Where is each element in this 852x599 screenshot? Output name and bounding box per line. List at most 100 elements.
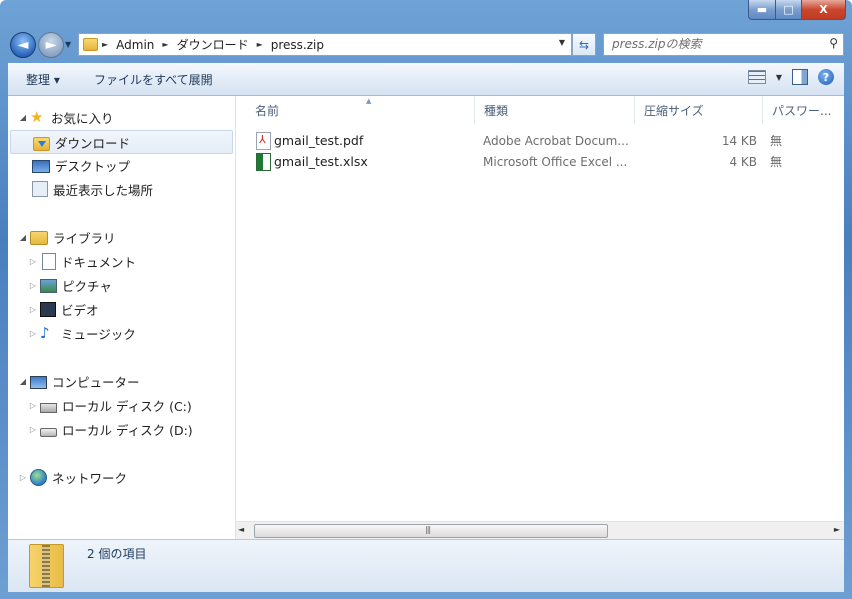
arrow-right-icon: ► (45, 37, 57, 53)
address-bar[interactable]: ► Admin ► ダウンロード ► press.zip ▼ (78, 33, 572, 56)
file-size: 4 KB (729, 154, 757, 169)
column-header-compressed-size[interactable]: 圧縮サイズ (635, 96, 763, 124)
sidebar-item-label: 最近表示した場所 (53, 182, 154, 198)
column-header-name[interactable]: 名前 ▲ (246, 96, 475, 124)
item-count: 2 個の項目 (87, 547, 147, 561)
sidebar-item-network[interactable]: ▷ ネットワーク (18, 466, 127, 488)
help-icon[interactable]: ? (818, 69, 834, 85)
file-name: gmail_test.xlsx (274, 154, 368, 169)
sidebar-item-drive-d[interactable]: ▷ ローカル ディスク (D:) (28, 418, 193, 440)
sidebar-item-libraries[interactable]: ◢ ライブラリ (18, 226, 116, 248)
file-row[interactable]: gmail_test.pdf Adobe Acrobat Docum... 14… (236, 130, 844, 151)
breadcrumb-downloads[interactable]: ダウンロード (177, 36, 249, 53)
command-bar: 整理 ▾ ファイルをすべて展開 ▼ ? (8, 63, 844, 96)
library-icon (30, 231, 48, 245)
column-label: パスワー... (772, 103, 832, 118)
sidebar-item-recent-places[interactable]: 最近表示した場所 (30, 178, 153, 200)
maximize-button[interactable]: □ (776, 0, 802, 20)
computer-icon (30, 375, 47, 389)
pdf-file-icon (256, 132, 271, 150)
sidebar-item-pictures[interactable]: ▷ ピクチャ (28, 274, 112, 296)
sidebar-item-label: ローカル ディスク (D:) (62, 422, 193, 438)
navigation-bar: ◄ ► ▼ ► Admin ► ダウンロード ► press.zip ▼ ⇆ ⚲ (0, 28, 852, 60)
breadcrumb-separator-icon: ► (256, 40, 263, 49)
breadcrumb-admin[interactable]: Admin (116, 38, 154, 52)
sidebar-item-downloads[interactable]: ダウンロード (10, 130, 233, 154)
details-pane: 2 個の項目 (8, 539, 844, 592)
sidebar-item-label: ライブラリ (53, 230, 116, 246)
sidebar-item-favorites[interactable]: ◢ ★ お気に入り (18, 106, 114, 128)
close-button[interactable]: X (802, 0, 846, 20)
search-input[interactable] (604, 34, 812, 53)
collapsed-arrow-icon[interactable]: ▷ (28, 257, 38, 266)
expanded-arrow-icon[interactable]: ◢ (18, 113, 28, 122)
back-button[interactable]: ◄ (10, 32, 36, 58)
navigation-pane: ◢ ★ お気に入り ダウンロード デスクトップ 最近表示した場所 ◢ ライブラリ (8, 96, 236, 539)
file-row[interactable]: gmail_test.xlsx Microsoft Office Excel .… (236, 151, 844, 172)
sort-ascending-icon: ▲ (366, 97, 372, 105)
file-password-flag: 無 (770, 134, 783, 148)
horizontal-scrollbar[interactable]: ◄ ||| ► (236, 521, 844, 539)
scroll-left-icon[interactable]: ◄ (238, 525, 244, 534)
sidebar-item-music[interactable]: ▷ ♪ ミュージック (28, 322, 136, 344)
collapsed-arrow-icon[interactable]: ▷ (28, 401, 38, 410)
search-icon[interactable]: ⚲ (829, 36, 838, 50)
system-drive-icon (40, 403, 57, 413)
breadcrumb-press-zip[interactable]: press.zip (271, 38, 324, 52)
column-label: 名前 (255, 103, 280, 118)
sidebar-item-label: お気に入り (51, 110, 114, 126)
sidebar-item-label: ミュージック (61, 326, 136, 342)
window-controls: ▬ □ X (748, 0, 846, 20)
view-controls: ▼ ? (747, 69, 834, 85)
collapsed-arrow-icon[interactable]: ▷ (28, 281, 38, 290)
column-label: 種類 (484, 103, 509, 118)
video-icon (40, 302, 56, 317)
document-icon (42, 252, 56, 270)
file-password-flag: 無 (770, 155, 783, 169)
scrollbar-thumb[interactable]: ||| (254, 524, 608, 538)
scroll-right-icon[interactable]: ► (834, 525, 840, 534)
minimize-button[interactable]: ▬ (748, 0, 776, 20)
refresh-button[interactable]: ⇆ (572, 33, 596, 56)
desktop-icon (32, 159, 50, 173)
organize-button[interactable]: 整理 ▾ (26, 71, 60, 88)
sidebar-item-drive-c[interactable]: ▷ ローカル ディスク (C:) (28, 394, 192, 416)
grip-icon: ||| (425, 525, 431, 534)
breadcrumb-separator-icon: ► (162, 40, 169, 49)
extract-all-button[interactable]: ファイルをすべて展開 (94, 71, 213, 88)
recent-places-icon (32, 181, 48, 197)
file-type: Adobe Acrobat Docum... (483, 133, 629, 148)
download-folder-icon (33, 136, 50, 151)
sidebar-item-documents[interactable]: ▷ ドキュメント (28, 250, 136, 272)
collapsed-arrow-icon[interactable]: ▷ (28, 329, 38, 338)
column-header-password[interactable]: パスワー... (763, 96, 844, 124)
sidebar-item-label: ビデオ (61, 302, 99, 318)
file-list: 名前 ▲ 種類 圧縮サイズ パスワー... gmail_test.pdf Ado… (236, 96, 844, 539)
expanded-arrow-icon[interactable]: ◢ (18, 377, 28, 386)
content-area: ◢ ★ お気に入り ダウンロード デスクトップ 最近表示した場所 ◢ ライブラリ (8, 96, 844, 539)
view-options-icon[interactable] (747, 70, 766, 84)
sidebar-item-computer[interactable]: ◢ コンピューター (18, 370, 140, 392)
music-note-icon: ♪ (40, 324, 50, 342)
address-dropdown-icon[interactable]: ▼ (559, 38, 565, 47)
column-header-type[interactable]: 種類 (475, 96, 635, 124)
file-type: Microsoft Office Excel ... (483, 154, 628, 169)
view-dropdown-icon[interactable]: ▼ (776, 73, 782, 82)
zip-folder-icon (83, 38, 98, 51)
sidebar-item-desktop[interactable]: デスクトップ (30, 154, 130, 176)
sidebar-item-label: ダウンロード (55, 135, 131, 151)
collapsed-arrow-icon[interactable]: ▷ (18, 473, 28, 482)
sidebar-item-videos[interactable]: ▷ ビデオ (28, 298, 99, 320)
recent-pages-dropdown[interactable]: ▼ (65, 40, 71, 49)
excel-file-icon (256, 153, 271, 171)
expanded-arrow-icon[interactable]: ◢ (18, 233, 28, 242)
picture-icon (40, 279, 57, 293)
search-box[interactable]: ⚲ (603, 33, 844, 56)
file-size: 14 KB (721, 133, 757, 148)
forward-button[interactable]: ► (38, 32, 64, 58)
sidebar-item-label: ドキュメント (61, 254, 137, 270)
collapsed-arrow-icon[interactable]: ▷ (28, 305, 38, 314)
collapsed-arrow-icon[interactable]: ▷ (28, 425, 38, 434)
preview-pane-icon[interactable] (792, 69, 808, 85)
sidebar-item-label: コンピューター (52, 374, 140, 390)
